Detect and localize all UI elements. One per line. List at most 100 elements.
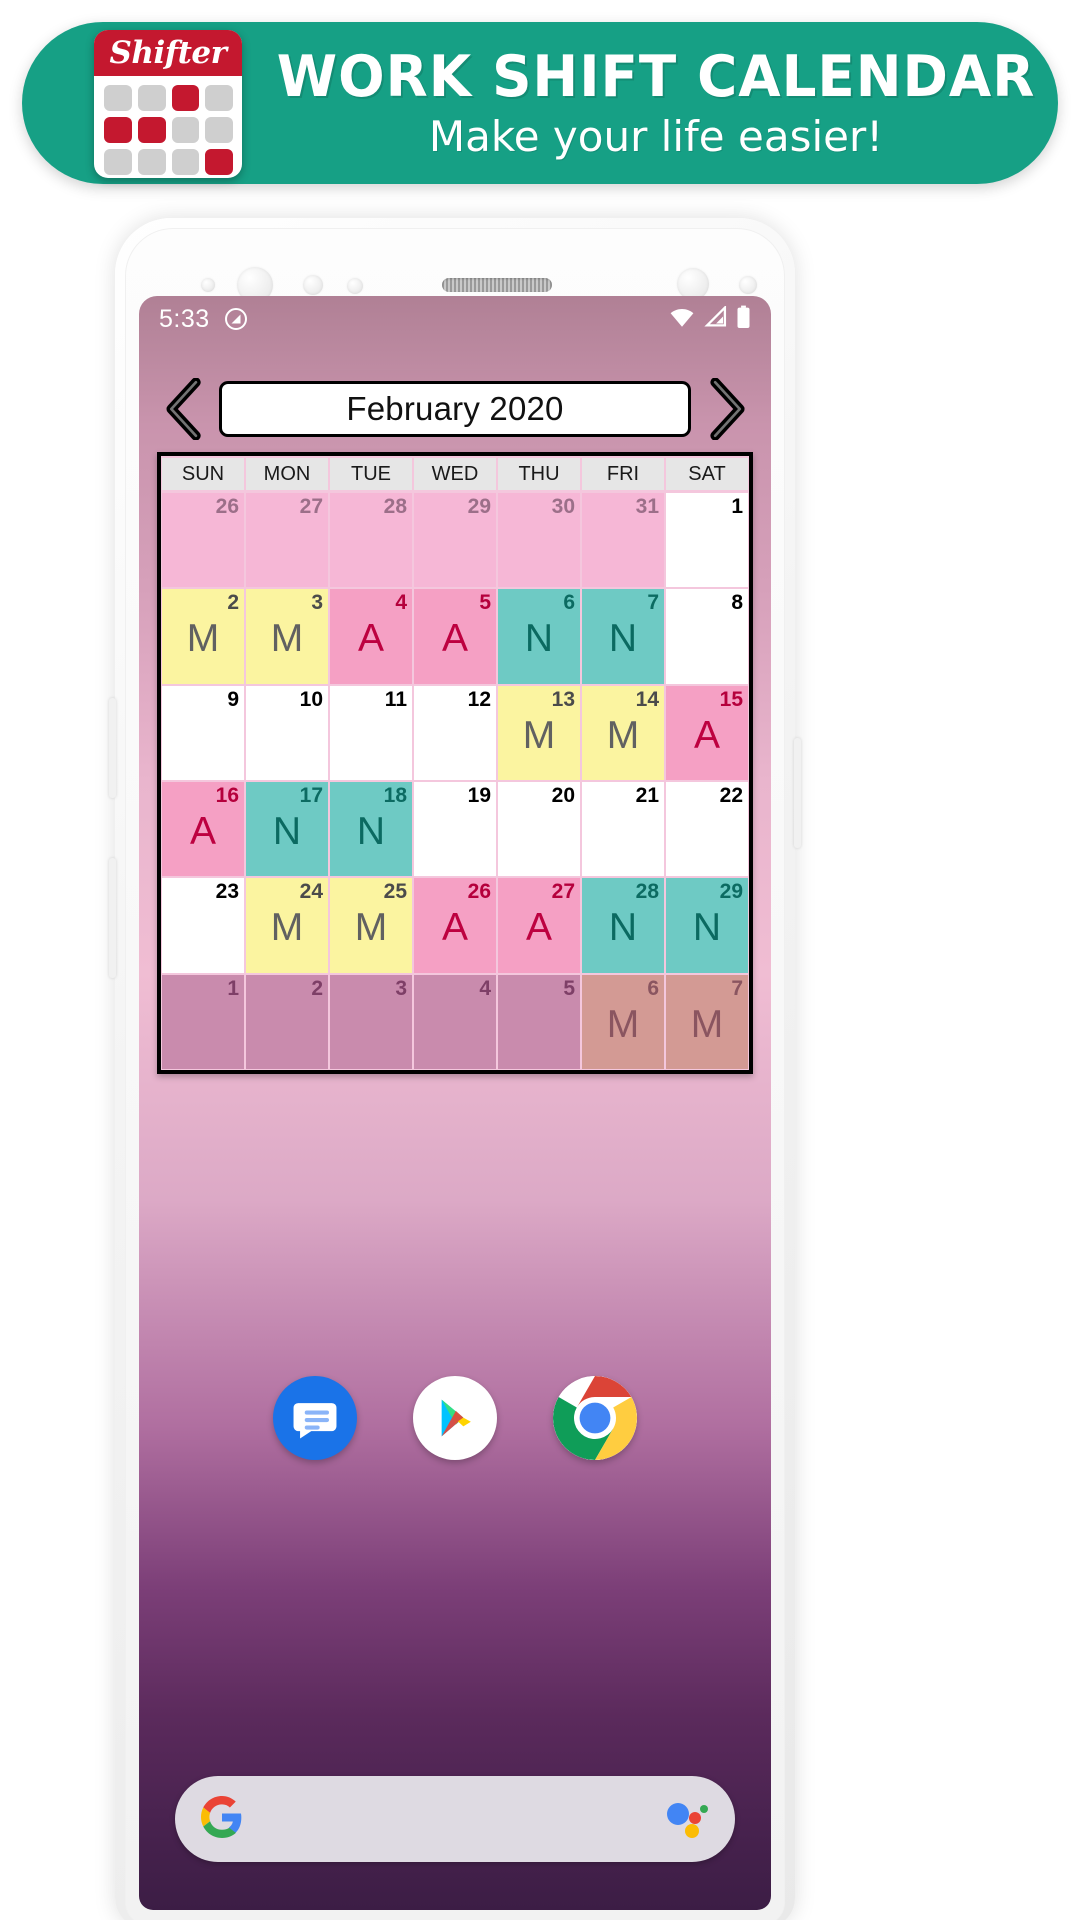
shift-label: M (270, 906, 304, 950)
calendar-day-cell[interactable]: 9 (162, 685, 244, 780)
calendar-day-cell[interactable]: 3M (246, 589, 328, 684)
shift-label: N (692, 906, 722, 950)
calendar-day-cell[interactable]: 23 (162, 878, 244, 973)
calendar-day-cell[interactable]: 12 (414, 685, 496, 780)
calendar-day-cell[interactable]: 13 M (498, 685, 580, 780)
day-number: 26 (467, 880, 491, 904)
logo-grid-cell (205, 85, 233, 111)
status-bar: 5:33 (139, 296, 771, 342)
phone-volume-down-button (109, 858, 116, 978)
next-month-button[interactable] (699, 377, 757, 441)
calendar-day-cell[interactable]: 7N (582, 589, 664, 684)
calendar-day-cell[interactable]: 3 (330, 974, 412, 1069)
calendar-day-cell[interactable]: 5A (414, 589, 496, 684)
calendar-day-cell[interactable]: 2 (246, 974, 328, 1069)
shift-label: A (189, 810, 216, 853)
shift-label: M (690, 1002, 724, 1046)
calendar-day-cell[interactable]: 19 (414, 782, 496, 877)
calendar-day-cell[interactable]: 10 (246, 685, 328, 780)
status-time: 5:33 (159, 304, 210, 333)
calendar-day-cell[interactable]: 18 N (330, 782, 412, 877)
calendar-day-cell[interactable]: 1 (162, 974, 244, 1069)
calendar-day-cell[interactable]: 6M (582, 974, 664, 1069)
sensor-dot-icon (739, 276, 757, 294)
day-number: 1 (227, 976, 239, 1000)
day-number: 18 (383, 784, 407, 807)
day-number: 29 (719, 880, 743, 904)
calendar-week-row: 9 10 11 12 13 M 14 M 15 A (161, 685, 749, 781)
sensor-dot-icon (347, 278, 363, 294)
promo-banner: Shifter WORK SHIFT CALENDAR Make your li… (22, 22, 1058, 184)
messages-app-icon[interactable] (273, 1376, 357, 1460)
play-store-app-icon[interactable] (413, 1376, 497, 1460)
calendar-day-cell[interactable]: 8 (666, 589, 748, 684)
google-assistant-icon[interactable] (665, 1800, 709, 1838)
calendar-day-cell[interactable]: 14 M (582, 685, 664, 780)
day-number: 9 (227, 687, 239, 711)
calendar-day-cell[interactable]: 27 A (498, 878, 580, 973)
day-number: 5 (479, 591, 491, 615)
shift-label: A (693, 713, 720, 757)
sensor-dot-icon (201, 278, 215, 292)
google-search-bar[interactable] (175, 1776, 735, 1862)
day-number: 8 (731, 591, 743, 615)
day-number: 4 (479, 976, 491, 1000)
calendar-day-cell[interactable]: 11 (330, 685, 412, 780)
calendar-day-cell[interactable]: 4 (414, 974, 496, 1069)
calendar-day-cell[interactable]: 26 (162, 493, 244, 588)
calendar-day-cell[interactable]: 15 A (666, 685, 748, 780)
day-number: 26 (215, 495, 239, 518)
weekday-header-sun: SUN (162, 458, 244, 490)
banner-text-block: WORK SHIFT CALENDAR Make your life easie… (270, 22, 1042, 184)
calendar-day-cell[interactable]: 26 A (414, 878, 496, 973)
day-number: 25 (383, 880, 407, 904)
calendar-day-cell[interactable]: 28 (330, 493, 412, 588)
weekday-header-thu: THU (498, 458, 580, 490)
shift-label: M (606, 1002, 640, 1046)
calendar-day-cell[interactable]: 7M (666, 974, 748, 1069)
calendar-day-cell[interactable]: 29 N (666, 878, 748, 973)
chrome-app-icon[interactable] (553, 1376, 637, 1460)
day-number: 29 (467, 495, 491, 518)
calendar-day-cell[interactable]: 27 (246, 493, 328, 588)
wifi-icon (669, 306, 695, 333)
earpiece-speaker-icon (442, 278, 552, 292)
day-number: 2 (311, 976, 323, 1000)
weekday-header-sat: SAT (666, 458, 748, 490)
day-number: 3 (395, 976, 407, 1000)
weekday-header-tue: TUE (330, 458, 412, 490)
calendar-day-cell[interactable]: 2M (162, 589, 244, 684)
calendar-month-navigation: February 2020 (139, 374, 771, 444)
calendar-day-cell[interactable]: 17 N (246, 782, 328, 877)
shift-label: M (354, 906, 388, 950)
calendar-day-cell[interactable]: 22 (666, 782, 748, 877)
calendar-day-cell[interactable]: 20 (498, 782, 580, 877)
day-number: 13 (551, 687, 575, 711)
calendar-day-cell[interactable]: 28 N (582, 878, 664, 973)
banner-title: WORK SHIFT CALENDAR (276, 43, 1036, 110)
banner-subtitle: Make your life easier! (428, 112, 884, 162)
day-number: 3 (311, 591, 323, 615)
calendar-day-cell[interactable]: 30 (498, 493, 580, 588)
phone-screen: 5:33 February 2020 SUN MON TUE WED THU F… (139, 296, 771, 1910)
current-month-display[interactable]: February 2020 (219, 381, 691, 437)
calendar-day-cell[interactable]: 24 M (246, 878, 328, 973)
day-number: 7 (731, 976, 743, 1000)
calendar-day-cell[interactable]: 16 A (162, 782, 244, 877)
app-logo: Shifter (94, 30, 242, 178)
calendar-day-cell[interactable]: 5 (498, 974, 580, 1069)
calendar-day-cell[interactable]: 31 (582, 493, 664, 588)
day-number: 31 (635, 495, 659, 518)
calendar-day-cell[interactable]: 4A (330, 589, 412, 684)
calendar-day-cell[interactable]: 1 (666, 493, 748, 588)
calendar-week-row: 123456M7M (161, 974, 749, 1070)
logo-grid-cell (137, 117, 166, 143)
shift-label: M (606, 713, 640, 757)
day-number: 28 (383, 495, 407, 518)
previous-month-button[interactable] (153, 377, 211, 441)
phone-volume-up-button (109, 698, 116, 798)
calendar-day-cell[interactable]: 6N (498, 589, 580, 684)
calendar-day-cell[interactable]: 25 M (330, 878, 412, 973)
calendar-day-cell[interactable]: 29 (414, 493, 496, 588)
calendar-day-cell[interactable]: 21 (582, 782, 664, 877)
